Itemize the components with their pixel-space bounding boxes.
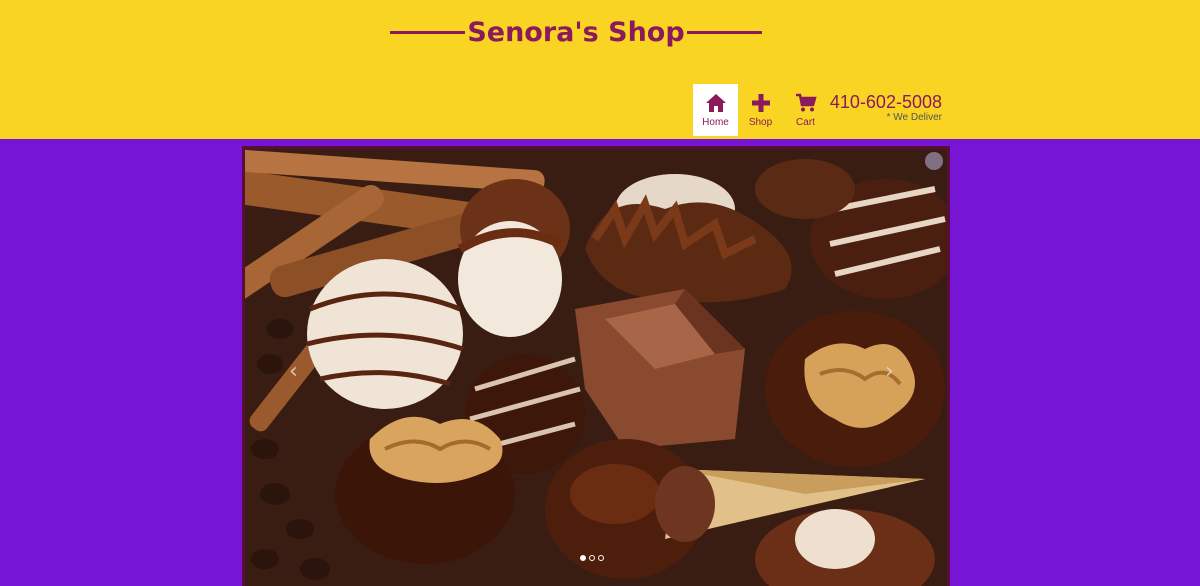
site-title: Senora's Shop (467, 16, 685, 48)
home-icon (705, 94, 726, 112)
nav-shop[interactable]: Shop (738, 84, 783, 136)
zoom-icon[interactable] (925, 152, 943, 170)
carousel-dot-3[interactable] (598, 555, 604, 561)
carousel-dot-1[interactable] (580, 555, 586, 561)
site-title-block: Senora's Shop (390, 14, 763, 50)
main-nav: Home Shop Cart (693, 84, 828, 136)
image-carousel[interactable]: ‹ › (242, 146, 950, 586)
walnut-chocolate-right (765, 311, 945, 467)
carousel-indicators (580, 555, 604, 561)
phone-number[interactable]: 410-602-5008 (826, 92, 942, 112)
site-header: Senora's Shop Home Shop Cart 410-602-500… (0, 0, 1200, 139)
title-rule-right (686, 30, 763, 34)
chevron-right-icon[interactable]: › (885, 359, 894, 384)
cart-icon (795, 93, 817, 112)
contact-block: 410-602-5008 * We Deliver (826, 92, 942, 124)
assorted-chocolates-photo (245, 149, 947, 586)
delivery-note: * We Deliver (886, 112, 942, 123)
nav-home-label: Home (702, 117, 729, 128)
nav-home[interactable]: Home (693, 84, 738, 136)
chevron-left-icon[interactable]: ‹ (289, 359, 298, 384)
carousel-dot-2[interactable] (589, 555, 595, 561)
nav-cart-label: Cart (796, 117, 815, 128)
nav-shop-label: Shop (748, 117, 773, 128)
title-rule-left (390, 30, 466, 34)
plus-icon (751, 94, 770, 112)
nav-cart[interactable]: Cart (783, 84, 828, 136)
